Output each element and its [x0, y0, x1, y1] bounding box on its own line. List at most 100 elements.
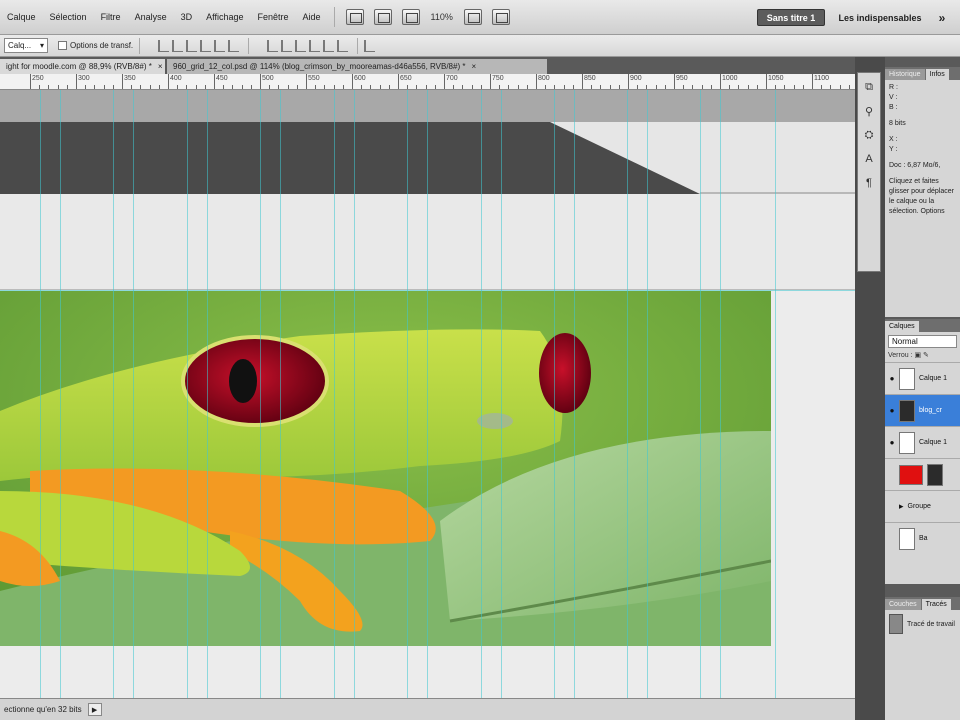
paragraph-panel-icon[interactable]: ¶	[861, 175, 877, 191]
grid-guide-line[interactable]	[40, 90, 41, 698]
grid-guide-line[interactable]	[647, 90, 648, 698]
character-panel-icon[interactable]: A	[861, 151, 877, 167]
distribute-top-icon[interactable]	[267, 39, 279, 52]
grid-guide-line[interactable]	[427, 90, 428, 698]
info-panel-body: R : V : B : 8 bits X : Y : Doc : 6,87 Mo…	[885, 80, 960, 220]
eye-icon[interactable]: ●	[885, 438, 899, 447]
info-help-text: Cliquez et faites glisser pour déplacer …	[889, 178, 954, 215]
menu-3d[interactable]: 3D	[174, 12, 200, 22]
menu-analyse[interactable]: Analyse	[128, 12, 174, 22]
layer-thumbnail	[899, 431, 915, 454]
distribute-right-icon[interactable]	[337, 39, 349, 52]
arrange-documents-icon[interactable]	[463, 9, 482, 25]
align-hcenter-icon[interactable]	[214, 39, 226, 52]
grid-guide-line[interactable]	[334, 90, 335, 698]
view-extras-icon[interactable]	[401, 9, 420, 25]
align-top-icon[interactable]	[158, 39, 170, 52]
grid-guide-line[interactable]	[133, 90, 134, 698]
grid-guide-line[interactable]	[574, 90, 575, 698]
grid-guide-line[interactable]	[60, 90, 61, 698]
grid-guide-line[interactable]	[700, 90, 701, 698]
distribute-hcenter-icon[interactable]	[323, 39, 335, 52]
tab-info[interactable]: Infos	[925, 69, 949, 80]
distribute-left-icon[interactable]	[309, 39, 321, 52]
grid-guide-line[interactable]	[280, 90, 281, 698]
menu-aide[interactable]: Aide	[296, 12, 328, 22]
work-path-item[interactable]: Tracé de travail	[885, 610, 960, 638]
lock-brush-icon[interactable]: ✎	[923, 352, 929, 359]
eye-icon[interactable]: ●	[885, 406, 899, 415]
grid-guide-line[interactable]	[207, 90, 208, 698]
document-tab-2[interactable]: 960_grid_12_col.psd @ 114% (blog_crimson…	[167, 59, 547, 74]
grid-guide-line[interactable]	[354, 90, 355, 698]
ruler-label: 1050	[768, 75, 784, 82]
options-separator	[139, 37, 141, 54]
menu-affichage[interactable]: Affichage	[199, 12, 250, 22]
grid-guide-line[interactable]	[481, 90, 482, 698]
layer-row-3[interactable]: ● Calque 1	[885, 426, 960, 458]
ruler-tick	[720, 74, 721, 89]
launch-bridge-icon[interactable]	[345, 9, 364, 25]
tab-channels[interactable]: Couches	[885, 599, 921, 610]
ruler-label: 800	[538, 75, 550, 82]
menu-filtre[interactable]: Filtre	[94, 12, 128, 22]
grid-guide-line[interactable]	[187, 90, 188, 698]
tab-paths[interactable]: Tracés	[921, 599, 951, 610]
menu-fenetre[interactable]: Fenêtre	[250, 12, 295, 22]
auto-select-target[interactable]: Calq... ▾	[4, 38, 48, 53]
eye-icon[interactable]: ●	[885, 374, 899, 383]
tab-layers[interactable]: Calques	[885, 321, 919, 332]
workspace-essentials-button[interactable]: Les indispensables	[834, 9, 926, 26]
document-tab-1[interactable]: ight for moodle.com @ 88,9% (RVB/8#) * ×	[0, 59, 165, 74]
lock-pixels-icon[interactable]: ▣	[914, 352, 921, 359]
workspace-active-button[interactable]: Sans titre 1	[757, 9, 825, 26]
close-icon[interactable]: ×	[158, 62, 163, 71]
lock-label: Verrou :	[888, 352, 913, 359]
align-left-icon[interactable]	[200, 39, 212, 52]
clone-source-icon[interactable]: ⛭	[861, 127, 877, 143]
document-canvas[interactable]	[0, 90, 855, 698]
grid-guide-line[interactable]	[113, 90, 114, 698]
grid-guide-line[interactable]	[775, 90, 776, 698]
grid-guide-line[interactable]	[260, 90, 261, 698]
layer-row-group[interactable]: ▸ Groupe	[885, 490, 960, 522]
align-buttons	[158, 39, 242, 52]
tab-history[interactable]: Historique	[885, 69, 925, 80]
menu-selection[interactable]: Sélection	[43, 12, 94, 22]
align-vcenter-icon[interactable]	[172, 39, 184, 52]
distribute-vcenter-icon[interactable]	[281, 39, 293, 52]
align-bottom-icon[interactable]	[186, 39, 198, 52]
blend-mode-select[interactable]: Normal	[888, 335, 957, 348]
close-icon[interactable]: ×	[471, 62, 476, 71]
ruler-label: 650	[400, 75, 412, 82]
layer-row-2-selected[interactable]: ● blog_cr	[885, 394, 960, 426]
menu-calque[interactable]: Calque	[0, 12, 43, 22]
history-panel-icon[interactable]: ⧉	[861, 79, 877, 95]
grid-guide-line[interactable]	[407, 90, 408, 698]
screen-mode-icon[interactable]	[491, 9, 510, 25]
horizontal-ruler[interactable]: 250 300 350 400 450 500 550 600 650 700 750 800 850 9…	[0, 74, 855, 90]
transform-controls-checkbox[interactable]: Options de transf.	[58, 41, 133, 50]
layers-panel: Calques Normal Verrou : ▣ ✎ ● Calque 1 ●…	[885, 319, 960, 584]
layer-row-4[interactable]	[885, 458, 960, 490]
layer-name: blog_cr	[919, 407, 942, 414]
mini-bridge-icon[interactable]	[373, 9, 392, 25]
brush-panel-icon[interactable]: ⚲	[861, 103, 877, 119]
options-separator	[357, 37, 359, 54]
layers-panel-tabs: Calques	[885, 319, 960, 332]
layer-thumbnail	[899, 527, 915, 550]
distribute-bottom-icon[interactable]	[295, 39, 307, 52]
layer-row-1[interactable]: ● Calque 1	[885, 362, 960, 394]
align-right-icon[interactable]	[228, 39, 240, 52]
zoom-level-select[interactable]: 110%	[431, 12, 453, 22]
workspace-more-icon[interactable]: »	[934, 9, 950, 26]
grid-guide-line[interactable]	[501, 90, 502, 698]
ruler-tick	[444, 74, 445, 89]
layer-row-6[interactable]: Ba	[885, 522, 960, 554]
status-menu-arrow-icon[interactable]: ▶	[87, 703, 102, 716]
grid-guide-line[interactable]	[720, 90, 721, 698]
grid-guide-line[interactable]	[627, 90, 628, 698]
grid-guide-line[interactable]	[554, 90, 555, 698]
auto-align-icon[interactable]	[364, 39, 376, 52]
horizontal-guide-line[interactable]	[0, 290, 855, 291]
